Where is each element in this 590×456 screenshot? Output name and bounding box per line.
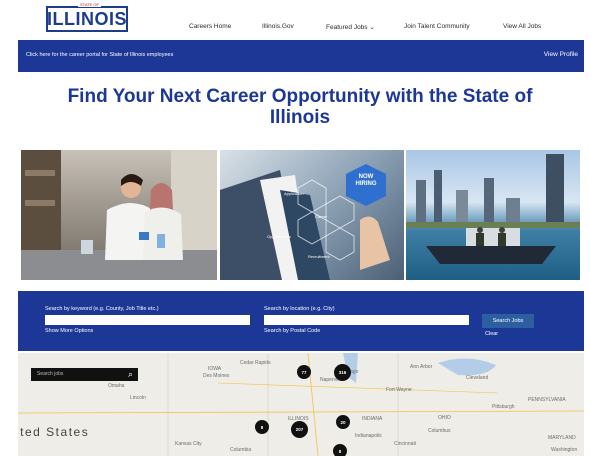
map-label-indianapolis: Indianapolis: [355, 433, 382, 439]
police-boat-photo: [406, 150, 580, 280]
map-label-washington: Washington: [551, 447, 578, 453]
map-cluster-marker[interactable]: 8: [333, 444, 347, 456]
map-label-des-moines: Des Moines: [203, 373, 230, 379]
logo-text: ILLINOIS: [47, 8, 127, 29]
page-headline: Find Your Next Career Opportunity with t…: [67, 86, 533, 128]
map-label-columbia: Columbia: [230, 447, 252, 453]
logo-small-text: STATE OF: [78, 2, 101, 7]
map-search-placeholder: Search jobs: [37, 371, 64, 377]
employee-portal-bar: Click here for the career portal for Sta…: [18, 40, 584, 72]
nav-featured-jobs[interactable]: Featured Jobs ⌄: [326, 23, 375, 31]
map-label-pittsburgh: Pittsburgh: [492, 404, 515, 410]
location-label: Search by location (e.g. City): [264, 306, 335, 312]
keyword-search-input[interactable]: [45, 315, 250, 325]
illinois-logo[interactable]: STATE OF ILLINOIS: [46, 2, 128, 32]
map-cluster-marker[interactable]: 8: [255, 420, 269, 434]
postal-code-search-link[interactable]: Search by Postal Code: [264, 328, 320, 334]
search-jobs-button[interactable]: Search Jobs: [482, 314, 534, 328]
map-label-indiana: INDIANA: [362, 416, 383, 422]
map-label-omaha: Omaha: [108, 383, 125, 389]
map-label-ann-arbor: Ann Arbor: [410, 364, 433, 370]
location-search-input[interactable]: [264, 315, 469, 325]
map-cluster-marker[interactable]: 77: [297, 365, 311, 379]
map-label-kansas-city: Kansas City: [175, 441, 202, 447]
clear-link[interactable]: Clear: [485, 331, 498, 337]
show-more-options-link[interactable]: Show More Options: [45, 328, 93, 334]
nav-join-talent-community[interactable]: Join Talent Community: [404, 23, 470, 30]
lab-scientists-photo: [21, 150, 217, 280]
map-cluster-marker[interactable]: 20: [336, 415, 350, 429]
nav-careers-home[interactable]: Careers Home: [189, 23, 231, 30]
hex-label-recruitment: Recruitment: [308, 254, 330, 259]
now-hiring-photo: NOW HIRING Career Opportunities Applicat…: [220, 150, 404, 280]
nav-illinois-gov[interactable]: Illinois.Gov: [262, 23, 294, 30]
jobs-map[interactable]: Search jobs ⌕ ited States IOWA Des Moine…: [18, 353, 584, 456]
top-nav: STATE OF ILLINOIS Careers Home Illinois.…: [0, 0, 590, 38]
job-search-panel: Search by keyword (e.g. County, Job Titl…: [18, 291, 584, 351]
search-icon[interactable]: ⌕: [128, 369, 133, 380]
map-label-fort-wayne: Fort Wayne: [386, 387, 412, 393]
now-hiring-badge: NOW HIRING: [355, 174, 377, 187]
nav-view-all-jobs[interactable]: View All Jobs: [503, 23, 541, 30]
view-profile-link[interactable]: View Profile: [544, 51, 578, 58]
map-label-cedar-rapids: Cedar Rapids: [240, 360, 271, 366]
boat-skyline-illustration: [406, 154, 580, 264]
map-search-input[interactable]: Search jobs ⌕: [31, 368, 138, 381]
hex-label-opportunities: Opportunities: [267, 234, 291, 239]
map-label-columbus: Columbus: [428, 428, 451, 434]
map-label-ohio: OHIO: [438, 415, 451, 421]
hex-label-career: Career: [315, 214, 328, 219]
hex-label-application: Application: [284, 191, 304, 196]
map-cluster-marker[interactable]: 207: [291, 421, 308, 438]
map-label-maryland: MARYLAND: [548, 435, 576, 441]
country-label: ited States: [18, 425, 90, 439]
map-label-cincinnati: Cincinnati: [394, 441, 416, 447]
map-label-iowa: IOWA: [208, 366, 222, 372]
employee-portal-link[interactable]: Click here for the career portal for Sta…: [26, 52, 173, 58]
now-hiring-illustration: [220, 164, 390, 280]
map-label-lincoln: Lincoln: [130, 395, 146, 401]
map-cluster-marker[interactable]: 316: [334, 364, 351, 381]
map-label-cleveland: Cleveland: [466, 375, 489, 381]
keyword-label: Search by keyword (e.g. County, Job Titl…: [45, 306, 159, 312]
lab-scene-illustration: [21, 150, 217, 280]
map-label-pennsylvania: PENNSYLVANIA: [528, 397, 566, 403]
